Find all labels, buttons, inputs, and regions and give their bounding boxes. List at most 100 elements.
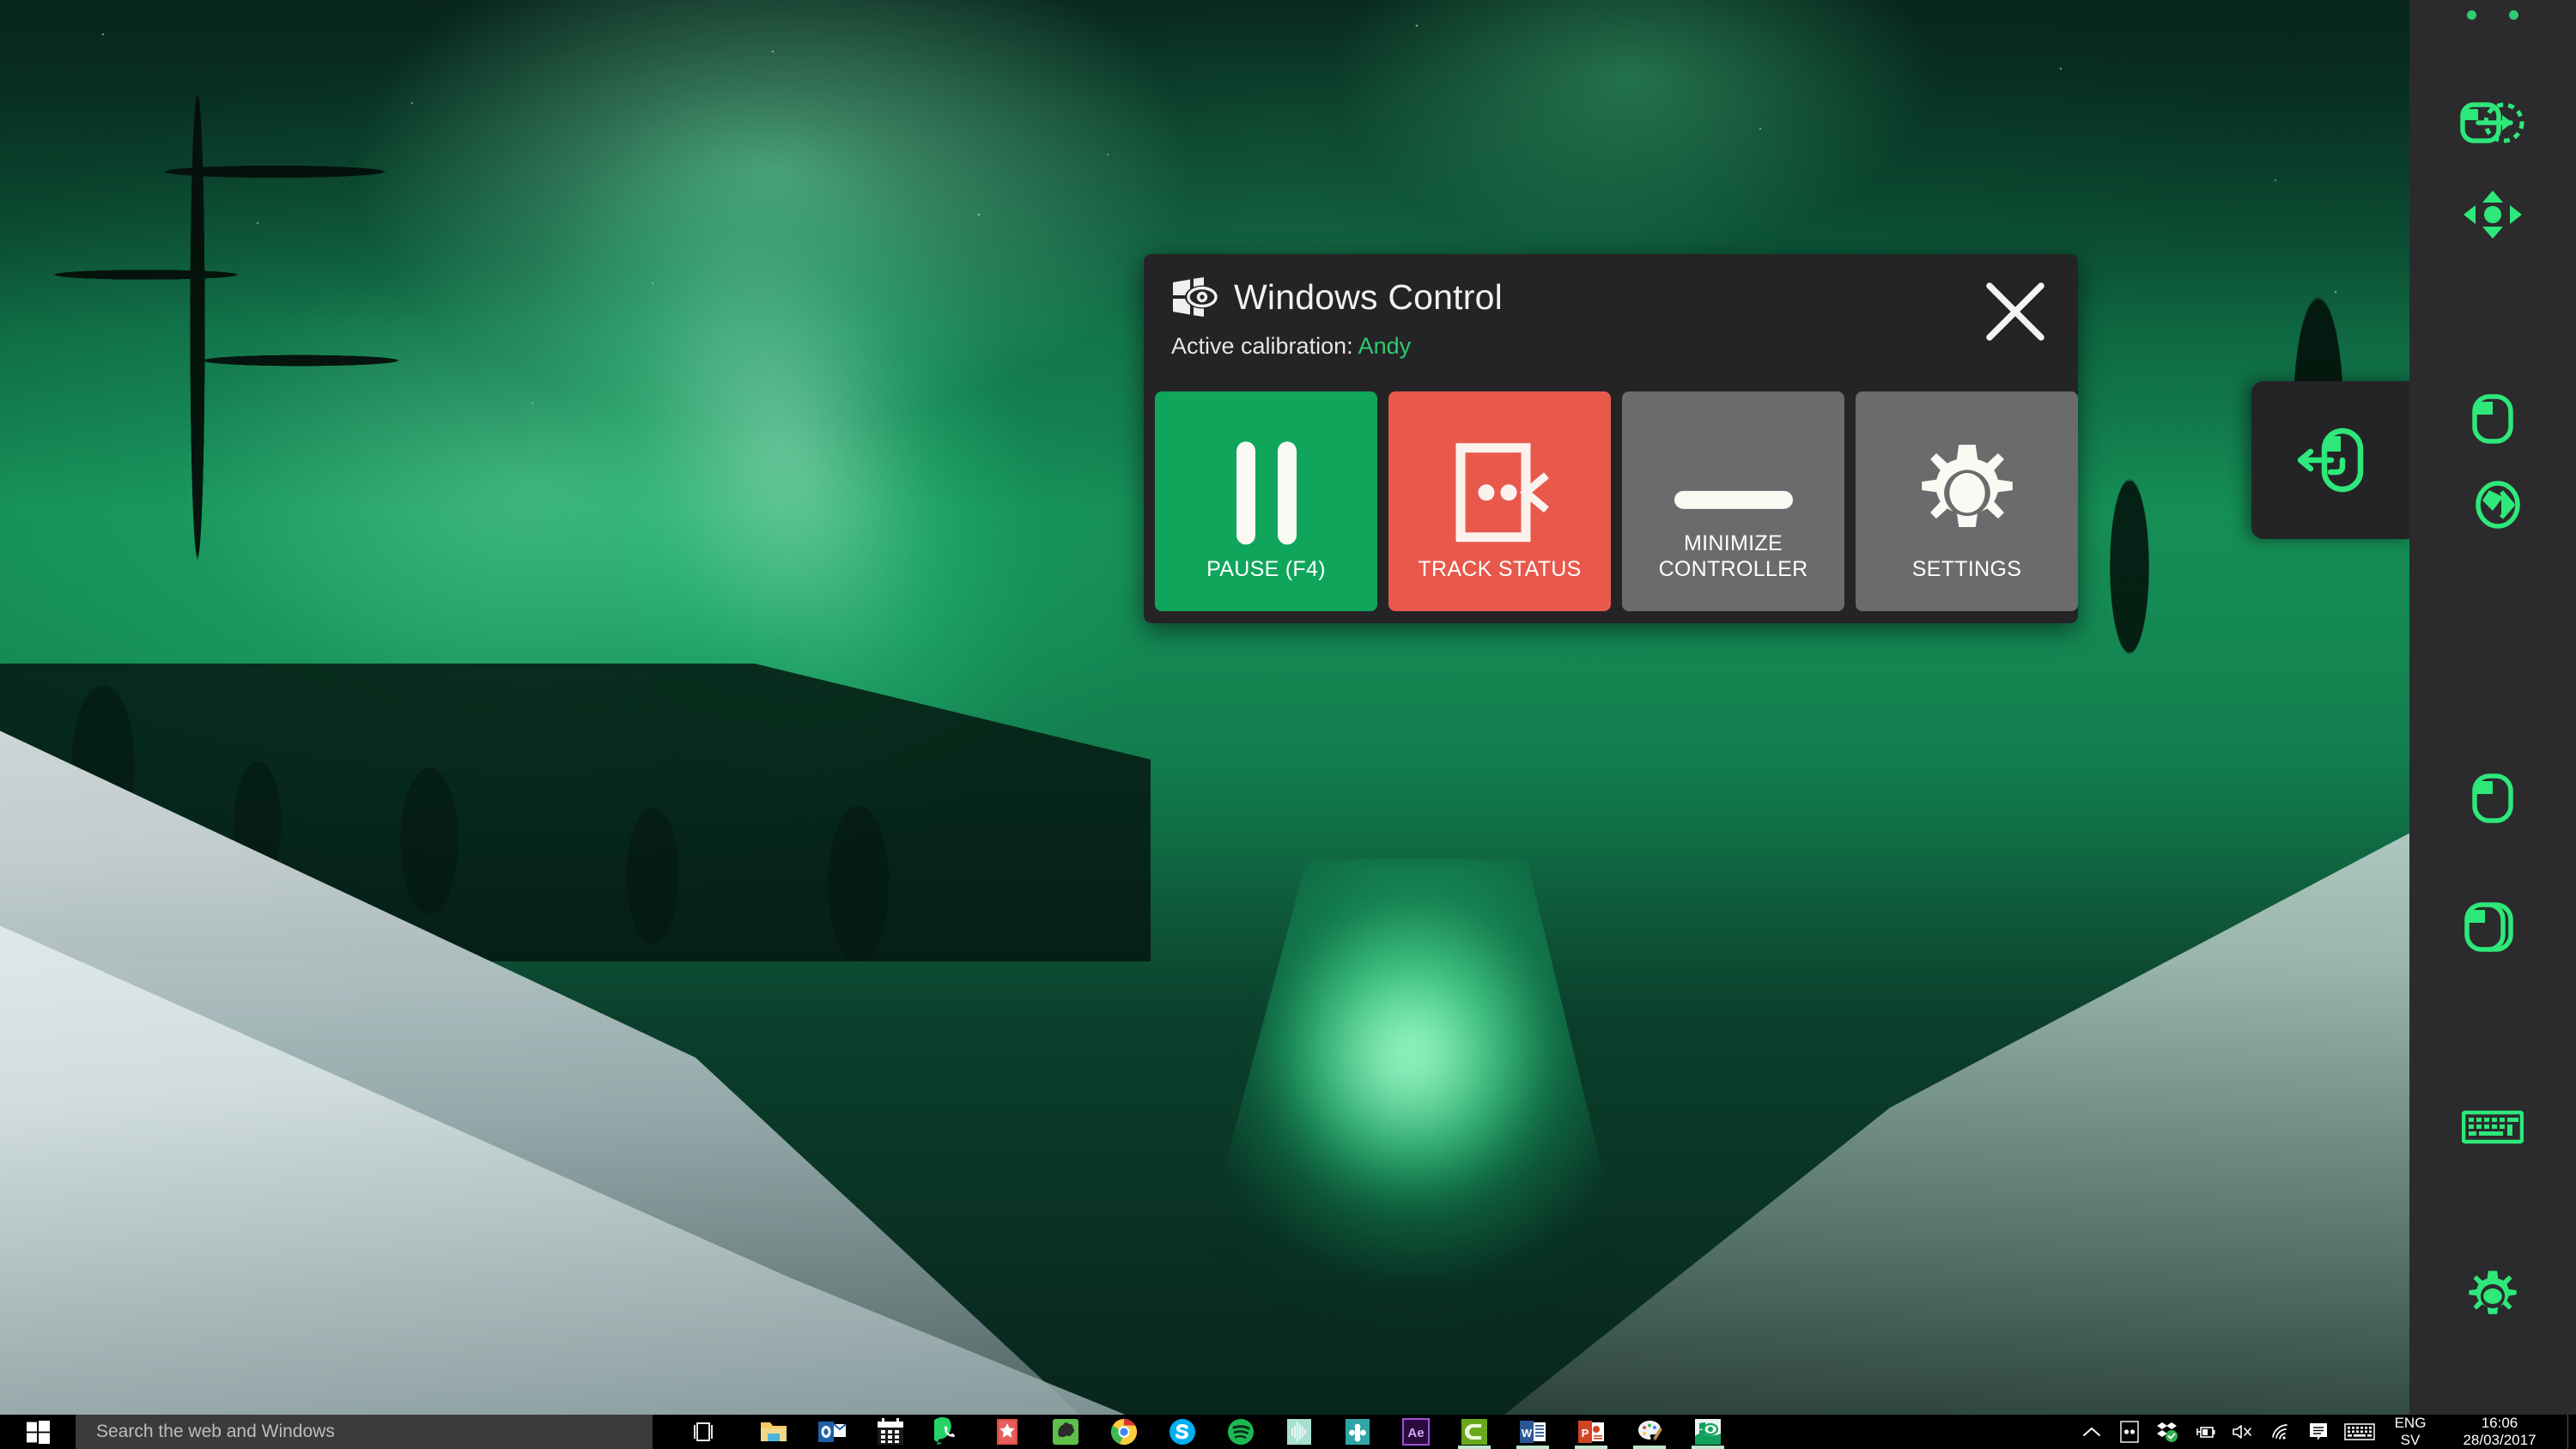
after-effects-icon: Ae — [1402, 1418, 1430, 1446]
action-center-button[interactable] — [2300, 1415, 2337, 1449]
whatsapp-icon — [934, 1417, 955, 1445]
taskbar-app-spotify[interactable] — [1223, 1415, 1259, 1449]
volume-tray-button[interactable] — [2224, 1415, 2262, 1449]
desktop[interactable] — [0, 0, 2576, 1415]
running-indicator — [1575, 1446, 1607, 1449]
taskbar-app-calendar[interactable] — [872, 1415, 908, 1449]
close-icon[interactable] — [1980, 276, 2050, 347]
windows-control-dialog[interactable]: Windows Control Active calibration: Andy… — [1144, 254, 2078, 623]
mouse-scroll-back-icon — [2297, 427, 2364, 493]
taskbar-app-sound[interactable] — [1340, 1415, 1376, 1449]
sidebar-item-zoom-select[interactable] — [2409, 71, 2576, 174]
mouse-stack-drag-icon — [2464, 902, 2513, 952]
taskbar-app-outlook[interactable] — [814, 1415, 850, 1449]
taskbar-app-word[interactable]: W — [1515, 1415, 1551, 1449]
running-indicator — [1516, 1446, 1549, 1449]
windows-control-icon — [1695, 1419, 1721, 1445]
minimize-controller-button-label: MINIMIZE CONTROLLER — [1622, 531, 1844, 582]
keyboard-icon — [2462, 1110, 2524, 1144]
touch-keyboard-button[interactable] — [2337, 1415, 2382, 1449]
zoom-to-select-icon — [2460, 102, 2524, 143]
battery-charging-icon — [2196, 1427, 2215, 1438]
taskbar-app-chrome[interactable] — [1106, 1415, 1142, 1449]
settings-button-label: SETTINGS — [1911, 556, 2022, 581]
start-button[interactable] — [0, 1415, 76, 1449]
taskbar-app-audacity[interactable] — [1281, 1415, 1317, 1449]
keyboard-icon — [2344, 1423, 2375, 1440]
taskbar-app-evernote[interactable] — [1048, 1415, 1084, 1449]
taskbar[interactable]: Search the web and Windows Ae W P ENG SV… — [0, 1415, 2576, 1449]
taskbar-app-whatsapp[interactable] — [931, 1415, 967, 1449]
taskbar-app-powerpoint[interactable]: P — [1573, 1415, 1609, 1449]
paint-icon — [1638, 1421, 1662, 1440]
wifi-icon — [2272, 1424, 2287, 1440]
calendar-icon — [878, 1418, 903, 1445]
settings-button[interactable]: SETTINGS — [1856, 391, 2078, 611]
minimize-icon — [1674, 490, 1793, 509]
taskbar-app-file-explorer[interactable] — [756, 1415, 792, 1449]
taskbar-app-paint[interactable] — [1631, 1415, 1668, 1449]
clock[interactable]: 16:06 28/03/2017 — [2439, 1415, 2567, 1448]
taskbar-app-skype[interactable] — [1164, 1415, 1200, 1449]
taskbar-app-after-effects[interactable]: Ae — [1398, 1415, 1434, 1449]
clock-date: 28/03/2017 — [2463, 1432, 2537, 1448]
active-calibration: Active calibration: Andy — [1171, 333, 1411, 360]
chevron-up-icon — [2083, 1427, 2100, 1436]
eye-tracker-tray-button[interactable] — [2111, 1415, 2148, 1449]
task-view-button[interactable] — [677, 1415, 730, 1449]
word-icon: W — [1520, 1421, 1546, 1443]
taskbar-app-windows-control[interactable] — [1690, 1415, 1726, 1449]
network-tray-button[interactable] — [2262, 1415, 2300, 1449]
dropbox-tray-button[interactable] — [2148, 1415, 2186, 1449]
search-input[interactable]: Search the web and Windows — [76, 1415, 653, 1449]
pan-arrows-icon — [2464, 191, 2522, 239]
eye-control-sidebar[interactable] — [2409, 0, 2576, 1415]
taskbar-app-wunderlist[interactable] — [989, 1415, 1025, 1449]
running-indicator — [1458, 1446, 1491, 1449]
svg-text:P: P — [1582, 1427, 1589, 1440]
sidebar-item-drag-drop[interactable] — [2409, 453, 2576, 556]
svg-text:Ae: Ae — [1407, 1426, 1424, 1440]
pinned-apps: Ae W P — [756, 1415, 1726, 1449]
action-center-icon — [2310, 1423, 2327, 1440]
language-line2: SV — [2400, 1432, 2421, 1448]
audio-waveform-icon — [1287, 1419, 1311, 1445]
dialog-header: Windows Control Active calibration: Andy — [1144, 254, 2078, 383]
tracker-status-dot-left — [2467, 10, 2476, 20]
minimize-controller-button[interactable]: MINIMIZE CONTROLLER — [1622, 391, 1844, 611]
evernote-icon — [1053, 1419, 1078, 1445]
dialog-actions: PAUSE (F4) TRACK STATUS MINIMIZE CONTROL… — [1155, 391, 2078, 611]
track-status-button[interactable]: TRACK STATUS — [1388, 391, 1611, 611]
search-placeholder: Search the web and Windows — [96, 1422, 335, 1441]
mouse-action-hint-panel[interactable] — [2251, 381, 2415, 539]
pause-icon — [1236, 441, 1297, 545]
eye-tracker-icon — [2120, 1421, 2139, 1443]
track-status-button-label: TRACK STATUS — [1418, 556, 1582, 581]
system-tray: ENG SV 16:06 28/03/2017 — [2073, 1415, 2576, 1449]
sidebar-item-double-click[interactable] — [2409, 747, 2576, 850]
minimize-label-line1: MINIMIZE — [1684, 531, 1783, 555]
gear-icon — [1921, 445, 2013, 528]
sidebar-item-precise-cursor[interactable] — [2409, 163, 2576, 266]
gear-icon — [2469, 1270, 2517, 1314]
active-calibration-value: Andy — [1358, 333, 1412, 359]
battery-tray-button[interactable] — [2186, 1415, 2224, 1449]
taskbar-app-camtasia[interactable] — [1456, 1415, 1492, 1449]
track-status-icon — [1455, 443, 1549, 543]
language-line1: ENG — [2394, 1415, 2427, 1432]
sidebar-item-drag-mouse[interactable] — [2409, 876, 2576, 979]
sidebar-item-keyboard[interactable] — [2409, 1076, 2576, 1179]
show-hidden-icons-button[interactable] — [2073, 1415, 2111, 1449]
windows-start-icon — [26, 1420, 50, 1444]
running-indicator — [1633, 1446, 1666, 1449]
dialog-title: Windows Control — [1234, 277, 1503, 317]
show-desktop-button[interactable] — [2567, 1415, 2576, 1449]
dropbox-check-icon — [2157, 1422, 2178, 1442]
wallpaper-bare-tree — [17, 0, 550, 652]
language-indicator[interactable]: ENG SV — [2382, 1415, 2439, 1448]
chrome-icon — [1111, 1419, 1137, 1445]
pause-button[interactable]: PAUSE (F4) — [1155, 391, 1377, 611]
sidebar-item-settings[interactable] — [2409, 1245, 2576, 1348]
clock-time: 16:06 — [2481, 1415, 2518, 1432]
running-indicator — [1692, 1446, 1724, 1449]
